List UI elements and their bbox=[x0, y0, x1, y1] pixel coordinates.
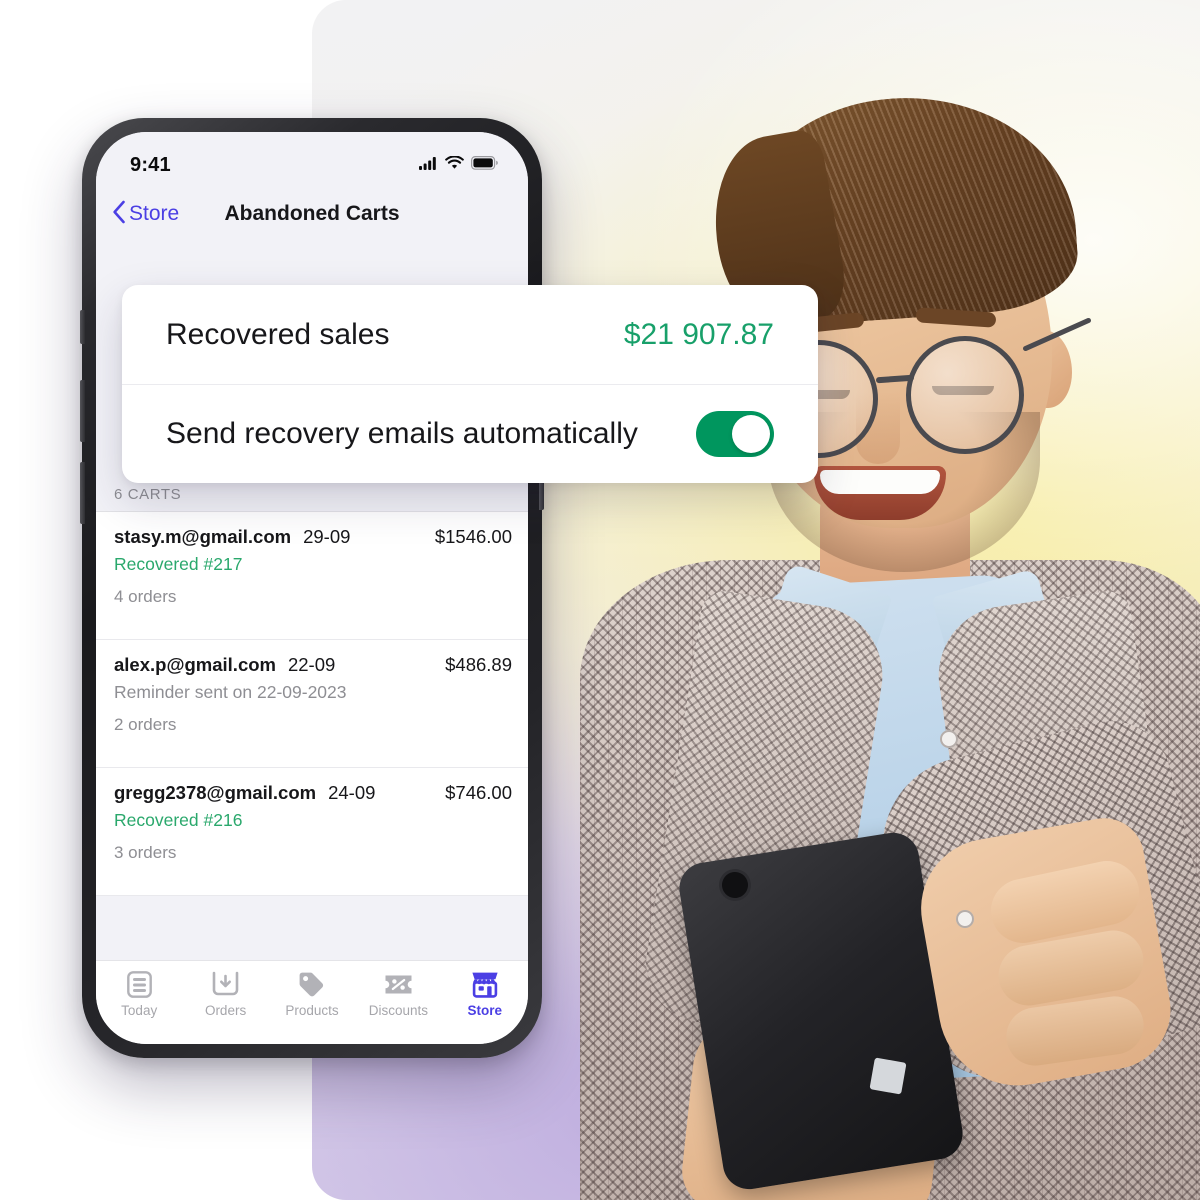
recovered-sales-row: Recovered sales $21 907.87 bbox=[122, 285, 818, 384]
cart-email: stasy.m@gmail.com bbox=[114, 526, 292, 547]
volume-up-button[interactable] bbox=[80, 380, 85, 442]
status-bar: 9:41 bbox=[96, 132, 528, 186]
back-button[interactable]: Store bbox=[112, 200, 179, 229]
cart-row-header: alex.p@gmail.com 22-09 $486.89 bbox=[114, 654, 512, 676]
auto-recovery-email-toggle[interactable] bbox=[696, 411, 774, 457]
silent-switch[interactable] bbox=[80, 310, 85, 344]
tab-label: Orders bbox=[204, 1003, 247, 1018]
product-thumbnails bbox=[406, 837, 512, 869]
product-thumbnails bbox=[443, 709, 512, 741]
tab-label: Store bbox=[467, 1003, 502, 1018]
cart-amount: $746.00 bbox=[445, 782, 512, 803]
tab-label: Products bbox=[285, 1003, 339, 1018]
cart-status: Recovered #216 bbox=[114, 810, 243, 830]
back-button-label: Store bbox=[129, 202, 180, 225]
promo-scene: 9:41 Store Abandoned Carts 6 CARTS stasy… bbox=[0, 0, 1200, 1200]
tab-discounts[interactable]: Discounts bbox=[356, 970, 440, 1018]
status-bar-icons bbox=[419, 154, 498, 175]
cart-date: 24-09 bbox=[328, 782, 376, 803]
storefront-icon bbox=[470, 970, 500, 998]
discount-ticket-icon bbox=[383, 970, 413, 998]
cart-date: 22-09 bbox=[287, 654, 336, 675]
recovered-sales-label: Recovered sales bbox=[166, 317, 390, 351]
orders-icon bbox=[211, 970, 241, 998]
thumb bbox=[869, 1057, 907, 1095]
chevron-left-icon bbox=[112, 200, 126, 229]
auto-recovery-email-label: Send recovery emails automatically bbox=[166, 417, 638, 450]
cart-row-footer: 3 orders bbox=[114, 837, 512, 869]
cart-email: alex.p@gmail.com bbox=[114, 654, 276, 675]
today-icon bbox=[124, 970, 154, 998]
person-photo bbox=[520, 40, 1200, 1200]
jacket-button bbox=[940, 730, 958, 748]
table-row[interactable]: gregg2378@gmail.com 24-09 $746.00 Recove… bbox=[96, 768, 528, 896]
volume-down-button[interactable] bbox=[80, 462, 85, 524]
page-title: Abandoned Carts bbox=[224, 202, 400, 225]
eyeglass-lens-right bbox=[906, 336, 1024, 454]
cellular-signal-icon bbox=[419, 156, 438, 175]
cart-date: 29-09 bbox=[303, 526, 351, 547]
phone-device-mockup: 9:41 Store Abandoned Carts 6 CARTS stasy… bbox=[80, 118, 544, 1058]
bottom-tab-bar: Today Orders Products Discounts Store bbox=[96, 960, 528, 1044]
cart-row-footer: 2 orders bbox=[114, 709, 512, 741]
cart-amount: $1546.00 bbox=[434, 526, 512, 547]
tab-today[interactable]: Today bbox=[97, 970, 181, 1018]
jacket-button bbox=[956, 910, 974, 928]
navigation-bar: Store Abandoned Carts bbox=[96, 186, 528, 242]
tab-orders[interactable]: Orders bbox=[184, 970, 268, 1018]
abandoned-carts-list: stasy.m@gmail.com 29-09 $1546.00 Recover… bbox=[96, 511, 528, 896]
wifi-icon bbox=[445, 154, 464, 175]
table-row[interactable]: stasy.m@gmail.com 29-09 $1546.00 Recover… bbox=[96, 512, 528, 640]
cart-status: Reminder sent on 22-09-2023 bbox=[114, 682, 347, 702]
battery-icon bbox=[471, 155, 498, 175]
tab-label: Today bbox=[121, 1003, 158, 1018]
recovery-overlay-card: Recovered sales $21 907.87 Send recovery… bbox=[122, 285, 818, 483]
auto-recovery-email-row: Send recovery emails automatically bbox=[122, 384, 818, 483]
tab-products[interactable]: Products bbox=[270, 970, 354, 1018]
product-thumbnails bbox=[369, 581, 512, 613]
tab-label: Discounts bbox=[368, 1003, 428, 1018]
cart-email: gregg2378@gmail.com bbox=[114, 782, 317, 803]
status-bar-time: 9:41 bbox=[130, 153, 171, 176]
cart-status: Recovered #217 bbox=[114, 554, 243, 574]
cart-orders-count: 2 orders bbox=[114, 715, 177, 734]
table-row[interactable]: alex.p@gmail.com 22-09 $486.89 Reminder … bbox=[96, 640, 528, 768]
cart-row-header: gregg2378@gmail.com 24-09 $746.00 bbox=[114, 782, 512, 804]
cart-orders-count: 4 orders bbox=[114, 587, 177, 606]
phone-screen: 9:41 Store Abandoned Carts 6 CARTS stasy… bbox=[96, 132, 528, 1044]
cart-amount: $486.89 bbox=[445, 654, 512, 675]
cart-row-footer: 4 orders bbox=[114, 581, 512, 613]
products-tag-icon bbox=[297, 970, 327, 998]
recovered-sales-value: $21 907.87 bbox=[623, 317, 774, 351]
held-smartphone bbox=[675, 829, 967, 1193]
tab-store[interactable]: Store bbox=[443, 970, 527, 1018]
toggle-knob bbox=[732, 415, 770, 453]
cart-orders-count: 3 orders bbox=[114, 843, 177, 862]
cart-row-header: stasy.m@gmail.com 29-09 $1546.00 bbox=[114, 526, 512, 548]
